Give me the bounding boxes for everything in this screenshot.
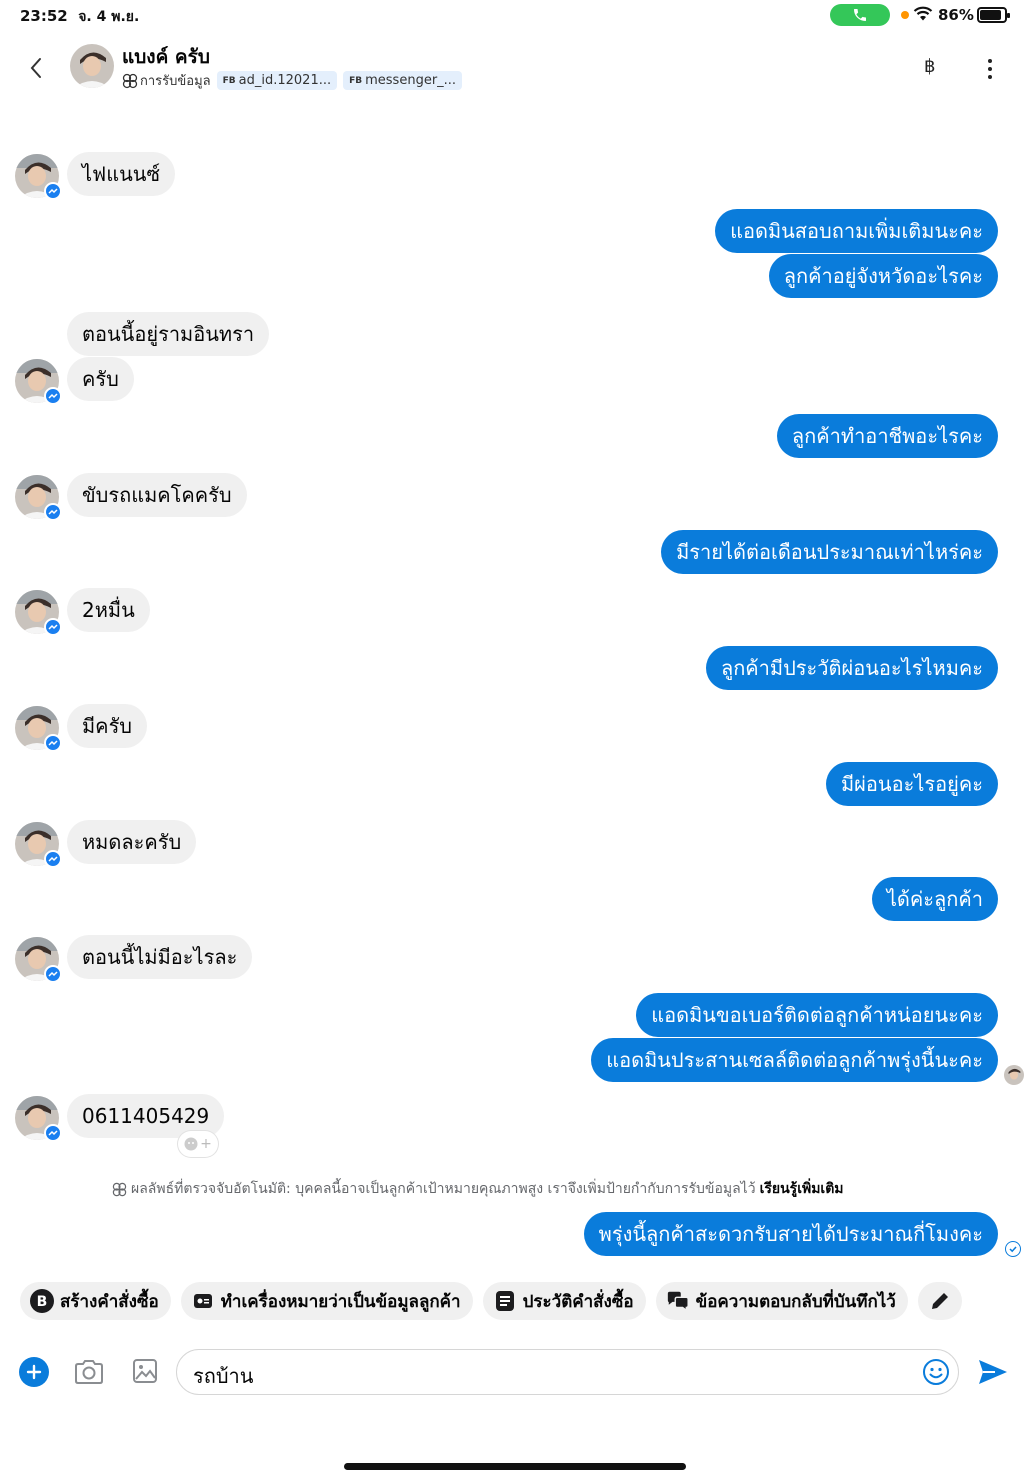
lead-tag-icon [122, 73, 138, 88]
message-bubble-incoming[interactable]: ตอนนี้อยู่รามอินทรา [67, 312, 270, 356]
message-bubble-incoming[interactable]: ไฟแนนซ์ [67, 152, 176, 196]
message-bubble-outgoing[interactable]: ได้ค่ะลูกค้า [871, 877, 998, 921]
message-bubble-incoming[interactable]: 2หมื่น [67, 588, 150, 632]
quick-actions-bar: B สร้างคำสั่งซื้อ ทำเครื่องหมายว่าเป็นข้… [20, 1282, 962, 1320]
id-card-icon [191, 1289, 215, 1313]
image-icon [133, 1359, 157, 1383]
message-bubble-incoming[interactable]: หมดละครับ [67, 820, 197, 864]
message-bubble-incoming[interactable]: ครับ [67, 357, 134, 401]
saved-replies-button[interactable]: ข้อความตอบกลับที่บันทึกไว้ [655, 1282, 908, 1320]
sender-avatar[interactable] [15, 154, 62, 200]
notice-text: ผลลัพธ์ที่ตรวจจับอัตโนมัติ: บุคคลนี้อาจเ… [131, 1181, 756, 1197]
sent-status-icon [1005, 1241, 1021, 1257]
read-receipt-avatar [1004, 1065, 1024, 1085]
messenger-badge-icon [44, 503, 62, 521]
message-bubble-incoming[interactable]: มีครับ [67, 704, 147, 748]
messenger-badge-icon [44, 387, 62, 405]
active-call-pill[interactable] [830, 4, 890, 26]
mark-as-lead-button[interactable]: ทำเครื่องหมายว่าเป็นข้อมูลลูกค้า [180, 1282, 473, 1320]
lead-label: การรับข้อมูล [140, 74, 211, 89]
camera-icon [75, 1360, 103, 1384]
battery-icon [977, 7, 1010, 23]
sender-avatar[interactable] [15, 359, 62, 405]
home-indicator [344, 1463, 686, 1470]
sender-avatar[interactable] [15, 937, 62, 983]
tag-chip-ad-id[interactable]: FB ad_id.12021... [216, 71, 338, 90]
messenger-badge-icon [44, 850, 62, 868]
message-input[interactable]: รถบ้าน [176, 1349, 959, 1395]
learn-more-link[interactable]: เรียนรู้เพิ่มเติม [760, 1178, 844, 1200]
auto-detect-notice: ผลลัพธ์ที่ตรวจจับอัตโนมัติ: บุคคลนี้อาจเ… [112, 1178, 844, 1200]
message-bubble-outgoing[interactable]: ลูกค้าอยู่จังหวัดอะไรคะ [768, 254, 998, 298]
status-bar: 23:52 จ. 4 พ.ย. 86% [0, 0, 1028, 32]
message-bubble-outgoing[interactable]: ลูกค้ามีประวัติผ่อนอะไรไหมคะ [705, 646, 998, 690]
message-bubble-outgoing[interactable]: แอดมินขอเบอร์ติดต่อลูกค้าหน่อยนะคะ [636, 993, 998, 1037]
message-bubble-incoming[interactable]: ขับรถแมคโคครับ [67, 473, 247, 517]
emoji-button[interactable] [922, 1358, 950, 1390]
sender-avatar[interactable] [15, 475, 62, 521]
back-button[interactable] [24, 54, 48, 82]
message-bubble-outgoing[interactable]: แอดมินประสานเซลล์ติดต่อลูกค้าพรุ่งนี้นะค… [591, 1038, 998, 1082]
messenger-badge-icon [44, 1124, 62, 1142]
plus-icon: + [200, 1136, 212, 1152]
gallery-button[interactable] [131, 1357, 159, 1389]
message-input-text[interactable]: รถบ้าน [193, 1360, 253, 1392]
bitcoin-icon: B [30, 1289, 54, 1313]
send-button[interactable] [977, 1357, 1009, 1391]
more-options-button[interactable] [980, 54, 1000, 84]
order-history-button[interactable]: ประวัติคำสั่งซื้อ [482, 1282, 646, 1320]
avatar-photo [70, 44, 114, 88]
add-reaction-button[interactable]: + [178, 1131, 218, 1157]
messenger-badge-icon [44, 734, 62, 752]
sender-avatar[interactable] [15, 822, 62, 868]
message-bubble-outgoing[interactable]: พรุ่งนี้ลูกค้าสะดวกรับสายได้ประมาณกี่โมง… [583, 1212, 998, 1256]
message-bubble-incoming[interactable]: ตอนนี้ไม่มีอะไรละ [67, 935, 253, 979]
message-bubble-outgoing[interactable]: มีผ่อนอะไรอยู่คะ [826, 762, 998, 806]
messenger-badge-icon [44, 182, 62, 200]
wifi-icon [913, 6, 933, 21]
pencil-icon [931, 1293, 948, 1309]
privacy-indicator [901, 11, 909, 19]
tag-chip-messenger[interactable]: FB messenger_... [343, 71, 463, 90]
message-bubble-outgoing[interactable]: แอดมินสอบถามเพิ่มเติมนะคะ [715, 209, 998, 253]
sender-avatar[interactable] [15, 590, 62, 636]
contact-labels: การรับข้อมูล FB ad_id.12021... FB messenge… [122, 70, 463, 91]
messenger-badge-icon [44, 618, 62, 636]
edit-actions-button[interactable] [917, 1282, 962, 1320]
lead-tag-icon [112, 1182, 127, 1196]
messenger-badge-icon [44, 965, 62, 983]
svg-text:B: B [37, 1294, 48, 1310]
chevron-left-icon [30, 58, 41, 78]
chat-bubbles-icon [666, 1289, 690, 1313]
document-icon [493, 1289, 517, 1313]
contact-avatar[interactable] [70, 44, 114, 88]
contact-name[interactable]: แบงค์ ครับ [122, 42, 210, 72]
smiley-icon [184, 1137, 198, 1151]
smiley-icon [923, 1359, 949, 1385]
message-bubble-outgoing[interactable]: มีรายได้ต่อเดือนประมาณเท่าไหร่คะ [661, 530, 998, 574]
payment-button[interactable]: ฿ [924, 56, 935, 77]
message-composer: รถบ้าน [0, 1345, 1028, 1401]
add-attachment-button[interactable] [19, 1357, 49, 1387]
camera-button[interactable] [73, 1357, 105, 1391]
send-icon [979, 1360, 1007, 1384]
create-order-button[interactable]: B สร้างคำสั่งซื้อ [20, 1282, 171, 1320]
status-time: 23:52 จ. 4 พ.ย. [20, 7, 140, 25]
chat-header: แบงค์ ครับ การรับข้อมูล FB ad_id.12021...… [0, 36, 1028, 106]
message-bubble-outgoing[interactable]: ลูกค้าทำอาชีพอะไรคะ [776, 414, 998, 458]
battery-percent: 86% [938, 6, 974, 24]
sender-avatar[interactable] [15, 1096, 62, 1142]
sender-avatar[interactable] [15, 706, 62, 752]
phone-icon [854, 9, 866, 21]
plus-icon [26, 1364, 42, 1380]
